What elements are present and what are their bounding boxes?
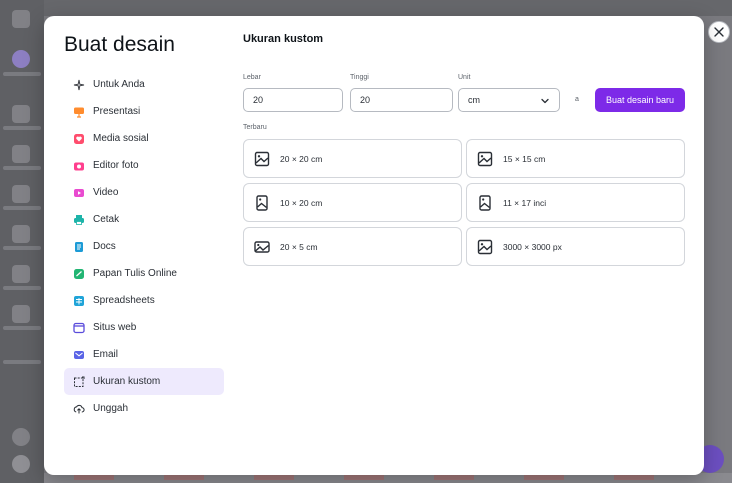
width-input[interactable]: 20 <box>243 88 343 112</box>
email-icon <box>73 349 85 361</box>
modal-sidebar: Buat desain Untuk Anda Presentasi Media so… <box>44 16 240 475</box>
menu-item-unggah[interactable]: Unggah <box>64 395 224 422</box>
menu-item-cetak[interactable]: Cetak <box>64 206 224 233</box>
width-value: 20 <box>253 95 264 105</box>
chevron-down-icon <box>541 98 549 104</box>
menu-item-label: Presentasi <box>93 106 141 117</box>
recent-size-card[interactable]: 20 × 5 cm <box>243 227 462 266</box>
menu-item-email[interactable]: Email <box>64 341 224 368</box>
menu-item-label: Situs web <box>93 322 137 333</box>
menu-item-video[interactable]: Video <box>64 179 224 206</box>
menu-item-label: Docs <box>93 241 116 252</box>
video-icon <box>73 187 85 199</box>
portrait-image-icon <box>254 194 270 211</box>
recent-size-label: 20 × 5 cm <box>280 241 318 252</box>
menu-item-label: Email <box>93 349 119 360</box>
heart-icon <box>73 133 85 145</box>
menu-item-label: Papan Tulis Online <box>93 268 177 279</box>
menu-item-docs[interactable]: Docs <box>64 233 224 260</box>
recent-size-card[interactable]: 15 × 15 cm <box>466 139 685 178</box>
modal-title: Buat desain <box>64 33 175 56</box>
custom-size-icon <box>73 376 85 388</box>
aspect-lock-icon[interactable]: a <box>575 96 579 103</box>
menu-item-label: Ukuran kustom <box>93 376 161 387</box>
recent-size-card[interactable]: 3000 × 3000 px <box>466 227 685 266</box>
square-image-icon <box>254 151 270 167</box>
menu-item-ukuran-kustom[interactable]: Ukuran kustom <box>64 368 224 395</box>
menu-item-label: Unggah <box>93 403 129 414</box>
document-icon <box>73 241 85 253</box>
background-side-rail <box>0 0 44 483</box>
menu-item-label: Video <box>93 187 119 198</box>
unit-label: Unit <box>458 74 471 81</box>
create-new-design-button[interactable]: Buat desain baru <box>595 88 685 112</box>
custom-size-panel: Ukuran kustom Lebar Tinggi Unit 20 20 cm… <box>243 16 693 475</box>
create-design-modal: Buat desain Untuk Anda Presentasi Media so… <box>44 16 704 475</box>
presentation-icon <box>73 106 85 118</box>
camera-icon <box>73 160 85 172</box>
spreadsheet-icon <box>73 295 85 307</box>
menu-item-situs-web[interactable]: Situs web <box>64 314 224 341</box>
whiteboard-icon <box>73 268 85 280</box>
square-image-icon <box>477 151 493 167</box>
menu-item-papan-tulis-online[interactable]: Papan Tulis Online <box>64 260 224 287</box>
square-image-icon <box>477 239 493 255</box>
printer-icon <box>73 214 85 226</box>
recent-label: Terbaru <box>243 124 267 131</box>
recent-size-card[interactable]: 20 × 20 cm <box>243 139 462 178</box>
recent-size-label: 3000 × 3000 px <box>503 241 562 252</box>
menu-item-label: Editor foto <box>93 160 139 171</box>
menu-item-editor-foto[interactable]: Editor foto <box>64 152 224 179</box>
menu-item-label: Untuk Anda <box>93 79 145 90</box>
recent-size-card[interactable]: 11 × 17 inci <box>466 183 685 222</box>
height-label: Tinggi <box>350 74 369 81</box>
menu-item-untuk-anda[interactable]: Untuk Anda <box>64 71 224 98</box>
portrait-image-icon <box>477 194 493 211</box>
menu-item-label: Spreadsheets <box>93 295 155 306</box>
height-value: 20 <box>360 95 371 105</box>
recent-size-card[interactable]: 10 × 20 cm <box>243 183 462 222</box>
recent-size-label: 11 × 17 inci <box>503 197 547 208</box>
website-icon <box>73 322 85 334</box>
landscape-image-icon <box>254 239 270 255</box>
close-button[interactable] <box>708 21 730 43</box>
sparkle-icon <box>73 79 85 91</box>
recent-size-label: 15 × 15 cm <box>503 153 546 164</box>
recent-size-label: 10 × 20 cm <box>280 197 323 208</box>
height-input[interactable]: 20 <box>350 88 453 112</box>
recent-size-label: 20 × 20 cm <box>280 153 323 164</box>
close-icon <box>714 27 724 37</box>
menu-item-label: Cetak <box>93 214 120 225</box>
unit-select[interactable]: cm <box>458 88 560 112</box>
menu-item-presentasi[interactable]: Presentasi <box>64 98 224 125</box>
upload-icon <box>73 403 85 415</box>
panel-title: Ukuran kustom <box>243 33 324 45</box>
width-label: Lebar <box>243 74 261 81</box>
unit-value: cm <box>468 95 480 105</box>
menu-item-spreadsheets[interactable]: Spreadsheets <box>64 287 224 314</box>
menu-item-media-sosial[interactable]: Media sosial <box>64 125 224 152</box>
menu-item-label: Media sosial <box>93 133 149 144</box>
category-menu: Untuk Anda Presentasi Media sosial Editor f… <box>64 71 224 422</box>
